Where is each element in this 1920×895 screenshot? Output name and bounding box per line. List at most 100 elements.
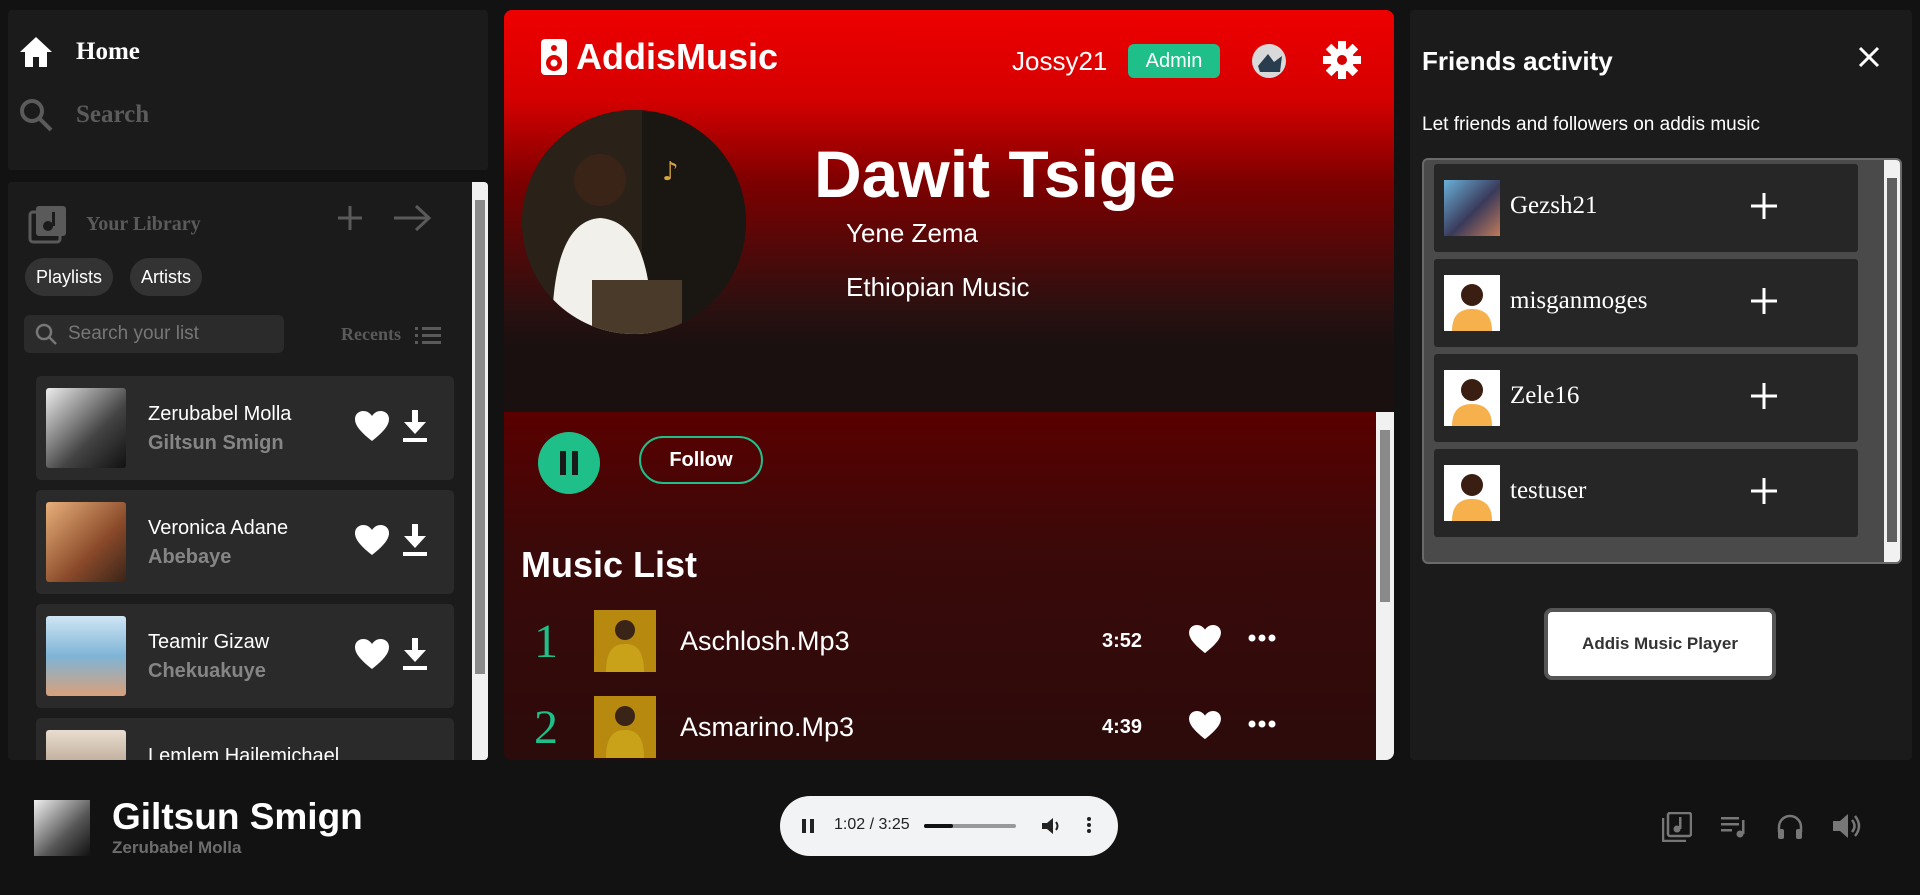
volume-icon[interactable] — [1832, 812, 1862, 840]
artist-image: ♪ — [522, 110, 746, 334]
heart-icon[interactable] — [354, 638, 390, 670]
library-header[interactable]: Your Library — [28, 204, 201, 244]
music-section: Follow Music List 1 Aschlosh.Mp3 3:52 2 … — [504, 412, 1394, 760]
track-name: Aschlosh.Mp3 — [680, 626, 850, 656]
item-title: Teamir Gizaw — [148, 631, 270, 653]
friends-scrollbar[interactable] — [1884, 160, 1900, 562]
track-cover — [594, 610, 656, 672]
follow-button[interactable]: Follow — [639, 436, 763, 484]
music-list-title: Music List — [521, 544, 698, 585]
volume-icon[interactable] — [1042, 817, 1062, 835]
gear-icon[interactable] — [1322, 40, 1362, 80]
friends-scroll-thumb[interactable] — [1887, 178, 1897, 542]
avatar-image — [1258, 54, 1282, 72]
headphones-icon[interactable] — [1776, 812, 1804, 840]
plus-icon[interactable] — [336, 204, 364, 232]
friend-name: Gezsh21 — [1510, 192, 1598, 219]
sort-recents[interactable]: Recents — [341, 324, 441, 345]
list-item[interactable]: Veronica Adane Abebaye — [36, 490, 454, 594]
list-item[interactable]: Zerubabel Molla Giltsun Smign — [36, 376, 454, 480]
track-row[interactable]: 2 Asmarino.Mp3 4:39 — [504, 694, 1374, 760]
addis-music-player-button[interactable]: Addis Music Player — [1544, 608, 1776, 680]
track-cover — [594, 696, 656, 758]
person-icon — [1452, 284, 1492, 331]
nav-search[interactable]: Search — [18, 97, 149, 133]
plus-icon[interactable] — [1750, 477, 1778, 505]
track-row[interactable]: 1 Aschlosh.Mp3 3:52 — [504, 608, 1374, 674]
more-icon[interactable] — [1248, 634, 1276, 642]
list-item[interactable]: Teamir Gizaw Chekuakuye — [36, 604, 454, 708]
plus-icon[interactable] — [1750, 382, 1778, 410]
download-icon[interactable] — [402, 524, 428, 556]
music-note-icon[interactable] — [1662, 812, 1692, 842]
playback-time: 1:02 / 3:25 — [834, 816, 910, 833]
avatar — [1444, 275, 1500, 331]
friends-panel: Friends activity Let friends and followe… — [1410, 10, 1912, 760]
library-search[interactable] — [24, 315, 284, 353]
queue-icon[interactable] — [1720, 812, 1748, 840]
plus-icon[interactable] — [1750, 192, 1778, 220]
download-icon[interactable] — [402, 638, 428, 670]
nav-search-label: Search — [76, 101, 150, 128]
person-icon — [1452, 379, 1492, 426]
nav-home[interactable]: Home — [18, 35, 140, 69]
audio-player[interactable]: 1:02 / 3:25 — [780, 796, 1118, 856]
library-scroll-thumb[interactable] — [475, 200, 485, 674]
library-actions — [336, 204, 432, 232]
artist-view: AddisMusic Jossy21 Admin ♪ Dawit Tsige Y… — [504, 10, 1394, 760]
item-title: Lemlem Hailemichael — [148, 745, 340, 760]
role-badge[interactable]: Admin — [1128, 44, 1220, 78]
friend-item[interactable]: misganmoges — [1434, 259, 1858, 347]
cover-image — [46, 388, 126, 468]
library-icon — [28, 206, 66, 244]
cover-image — [594, 610, 656, 672]
sort-label: Recents — [341, 324, 401, 344]
item-subtitle: Abebaye — [148, 546, 232, 568]
list-item[interactable]: Lemlem Hailemichael — [36, 718, 454, 760]
library-scrollbar[interactable] — [472, 182, 488, 760]
cover-image — [46, 730, 126, 760]
friend-item[interactable]: testuser — [1434, 449, 1858, 537]
friend-name: testuser — [1510, 477, 1587, 504]
close-icon[interactable] — [1858, 46, 1880, 68]
friends-description: Let friends and followers on addis music — [1422, 114, 1760, 135]
cover-image — [46, 502, 126, 582]
list-icon — [414, 326, 441, 344]
username[interactable]: Jossy21 — [1012, 46, 1107, 77]
track-number: 1 — [534, 615, 558, 668]
heart-icon[interactable] — [354, 410, 390, 442]
friend-name: misganmoges — [1510, 287, 1648, 314]
avatar[interactable] — [1252, 44, 1286, 78]
filter-artists[interactable]: Artists — [130, 258, 203, 296]
item-subtitle: Chekuakuye — [148, 660, 266, 682]
friend-name: Zele16 — [1510, 382, 1580, 409]
kebab-icon[interactable] — [1087, 817, 1091, 833]
heart-icon[interactable] — [354, 524, 390, 556]
friends-list: Gezsh21 misganmoges Zele16 testuser — [1422, 158, 1902, 564]
more-icon[interactable] — [1248, 720, 1276, 728]
progress-slider[interactable] — [924, 824, 1016, 828]
home-icon — [20, 37, 52, 67]
friend-item[interactable]: Zele16 — [1434, 354, 1858, 442]
library-list: Zerubabel Molla Giltsun Smign Veronica A… — [36, 376, 454, 760]
cover-image — [594, 696, 656, 758]
track-duration: 3:52 — [1102, 630, 1143, 652]
heart-icon[interactable] — [1188, 624, 1222, 654]
pause-icon[interactable] — [802, 819, 814, 833]
heart-icon[interactable] — [1188, 710, 1222, 740]
music-scrollbar[interactable] — [1376, 412, 1394, 760]
plus-icon[interactable] — [1750, 287, 1778, 315]
library-panel: Your Library Playlists Artists Recents Z… — [8, 182, 488, 760]
arrow-right-icon[interactable] — [392, 204, 432, 232]
speaker-icon — [541, 39, 567, 75]
library-search-input[interactable] — [68, 323, 268, 345]
brand[interactable]: AddisMusic — [540, 36, 778, 78]
download-icon[interactable] — [402, 410, 428, 442]
friend-item[interactable]: Gezsh21 — [1434, 164, 1858, 252]
artist-genre: Ethiopian Music — [846, 272, 1030, 302]
filter-playlists[interactable]: Playlists — [25, 258, 114, 296]
track-duration: 4:39 — [1102, 716, 1143, 738]
play-pause-button[interactable] — [538, 432, 600, 494]
music-scroll-thumb[interactable] — [1380, 430, 1390, 602]
track-name: Asmarino.Mp3 — [680, 712, 855, 742]
